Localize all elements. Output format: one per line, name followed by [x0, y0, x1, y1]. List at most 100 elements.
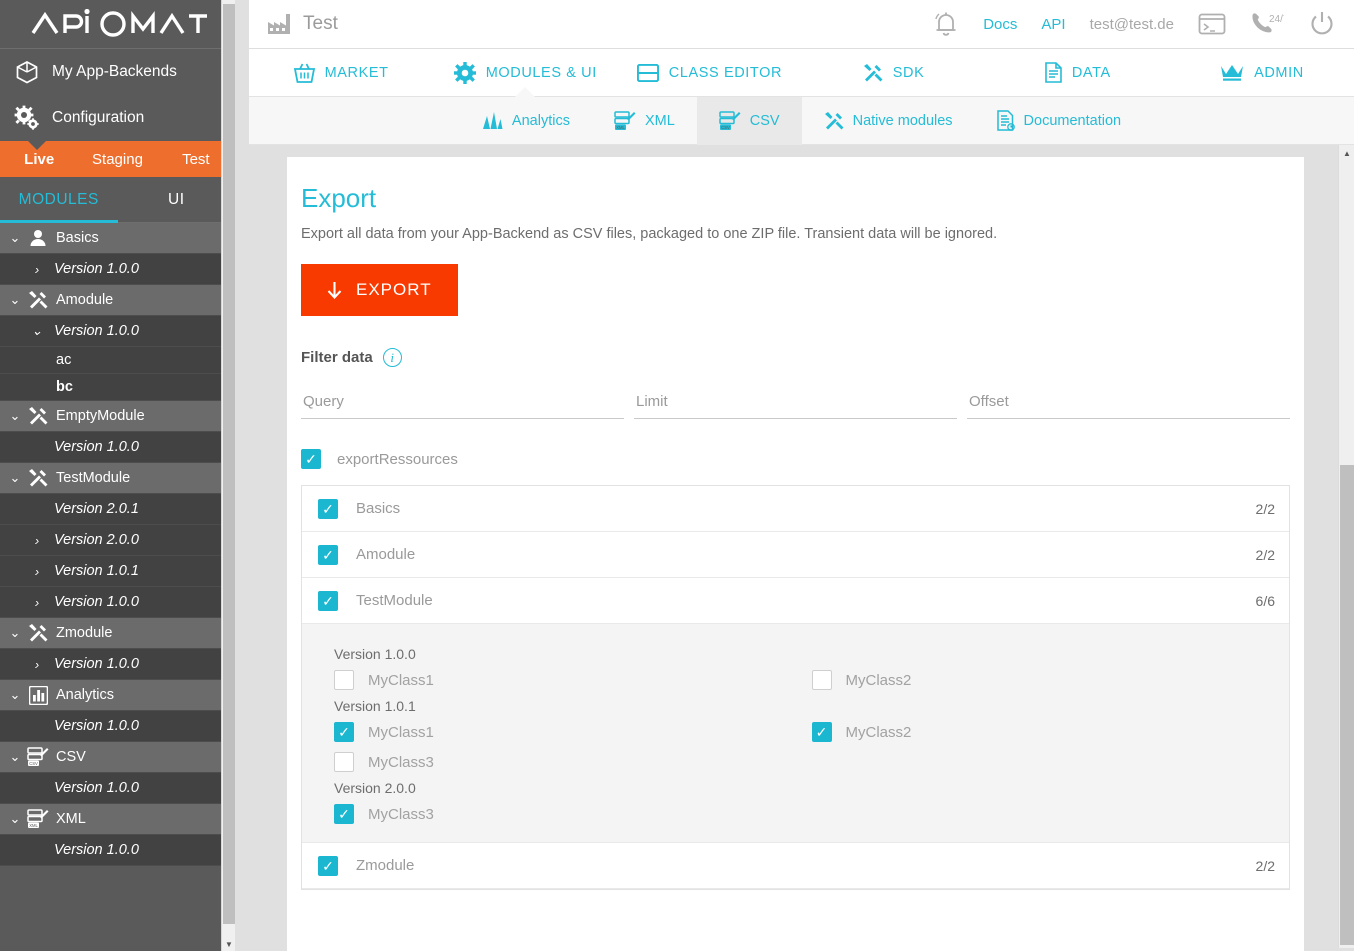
docs-link[interactable]: Docs [983, 16, 1017, 33]
subnav-item-documentation[interactable]: Documentation [975, 97, 1144, 145]
tree-version-row[interactable]: ›Version 1.0.0⋮ [0, 773, 235, 804]
tools-icon [26, 290, 50, 310]
power-icon[interactable] [1308, 10, 1336, 38]
sidebar-item-label: Configuration [52, 109, 145, 126]
tab-ui[interactable]: UI [118, 177, 236, 223]
class-item[interactable]: ✓ MyClass3 [334, 804, 812, 824]
module-count: 2/2 [1255, 857, 1275, 874]
export-button[interactable]: EXPORT [301, 264, 458, 316]
tree-version-row[interactable]: ›Version 1.0.0⋮ [0, 835, 235, 866]
module-count: 6/6 [1255, 592, 1275, 609]
query-input[interactable] [301, 387, 624, 419]
mainnav-item-sdk[interactable]: SDK [802, 49, 986, 97]
tree-version-row[interactable]: ›Version 1.0.0⋮ [0, 432, 235, 463]
tree-module-zmodule[interactable]: ⌄ Zmodule [0, 618, 235, 649]
terminal-icon[interactable] [1198, 12, 1226, 36]
csv-icon: CSV [719, 110, 741, 131]
env-tab-staging[interactable]: Staging [78, 151, 156, 168]
phone-24-7-icon[interactable]: 24/7 [1250, 12, 1284, 36]
module-row[interactable]: ✓ Basics 2/2 [302, 486, 1289, 532]
subnav-item-xml[interactable]: XML XML [592, 97, 697, 145]
class-item[interactable]: MyClass1 [334, 670, 812, 690]
scroll-up-arrow-icon[interactable]: ▲ [1339, 145, 1354, 161]
mainnav-item-admin[interactable]: ADMIN [1170, 49, 1354, 97]
class-item[interactable]: MyClass3 [334, 752, 812, 772]
mainnav-item-class-editor[interactable]: CLASS EDITOR [617, 49, 801, 97]
tree-module-testmodule[interactable]: ⌄ TestModule [0, 463, 235, 494]
sidebar-scrollbar[interactable]: ▼ [221, 0, 235, 951]
chevron-right-icon[interactable]: › [26, 595, 48, 610]
sidebar-scrollbar-thumb[interactable] [223, 4, 235, 924]
chevron-down-icon[interactable]: ⌄ [4, 811, 26, 827]
module-row[interactable]: ✓ Amodule 2/2 [302, 532, 1289, 578]
chevron-right-icon[interactable]: › [26, 564, 48, 579]
offset-input[interactable] [967, 387, 1290, 419]
mainnav-item-modules-ui[interactable]: MODULES & UI [433, 49, 617, 98]
class-checkbox-myclass1[interactable]: ✓ [334, 722, 354, 742]
mainnav-item-market[interactable]: MARKET [249, 49, 433, 97]
chevron-down-icon[interactable]: ⌄ [4, 470, 26, 486]
class-item[interactable]: ✓ MyClass2 [811, 722, 1290, 742]
chevron-down-icon[interactable]: ⌄ [4, 292, 26, 308]
chevron-down-icon[interactable]: ⌄ [4, 687, 26, 703]
tree-module-csv[interactable]: ⌄ CSV CSV [0, 742, 235, 773]
tab-modules[interactable]: MODULES [0, 177, 118, 223]
chevron-down-icon[interactable]: ⌄ [4, 625, 26, 641]
chevron-down-icon[interactable]: ⌄ [4, 749, 26, 765]
subnav-item-analytics[interactable]: Analytics [460, 97, 592, 145]
chevron-right-icon[interactable]: › [26, 657, 48, 672]
module-checkbox-zmodule[interactable]: ✓ [318, 855, 338, 876]
tree-version-row[interactable]: ›Version 1.0.1⋮ [0, 556, 235, 587]
module-name: TestModule [356, 592, 433, 609]
chevron-down-icon[interactable]: ⌄ [26, 323, 48, 339]
class-item[interactable]: MyClass2 [811, 670, 1290, 690]
tree-module-xml[interactable]: ⌄ XML XML [0, 804, 235, 835]
sidebar-item-configuration[interactable]: Configuration [0, 95, 235, 141]
tree-version-row[interactable]: ⌄Version 1.0.0⋮ [0, 316, 235, 347]
tree-version-row[interactable]: ›Version 1.0.0⋮ [0, 649, 235, 680]
api-link[interactable]: API [1041, 16, 1065, 33]
class-checkbox-myclass3[interactable] [334, 752, 354, 772]
subnav-item-csv[interactable]: CSV CSV [696, 96, 802, 145]
export-ressources-checkbox[interactable]: ✓ [301, 449, 321, 469]
tree-module-amodule[interactable]: ⌄ Amodule [0, 285, 235, 316]
scroll-down-arrow-icon[interactable]: ▼ [222, 937, 235, 951]
class-item[interactable]: ✓ MyClass1 [334, 722, 812, 742]
env-tab-live[interactable]: Live [0, 151, 78, 168]
subnav-item-native-modules[interactable]: Native modules [802, 97, 975, 145]
class-checkbox-myclass2[interactable] [811, 670, 832, 690]
limit-input[interactable] [634, 387, 957, 419]
sidebar-item-my-app-backends[interactable]: My App-Backends [0, 49, 235, 95]
module-checkbox-testmodule[interactable]: ✓ [318, 590, 338, 611]
mainnav-item-label: ADMIN [1254, 64, 1304, 81]
tree-version-label: Version 1.0.0 [54, 323, 139, 339]
module-row[interactable]: ✓ TestModule 6/6 [302, 578, 1289, 624]
tree-leaf-ac[interactable]: ac [0, 347, 235, 374]
chevron-right-icon[interactable]: › [26, 533, 48, 548]
module-row[interactable]: ✓ Zmodule 2/2 [302, 843, 1289, 889]
svg-text:XML: XML [616, 124, 625, 129]
tree-version-row[interactable]: ›Version 1.0.0⋮ [0, 587, 235, 618]
tree-module-basics[interactable]: ⌄ Basics [0, 223, 235, 254]
mainnav-item-data[interactable]: DATA [986, 49, 1170, 97]
chevron-right-icon[interactable]: › [26, 262, 48, 277]
tree-version-row[interactable]: ›Version 1.0.0⋮ [0, 711, 235, 742]
tree-leaf-bc[interactable]: bc [0, 374, 235, 401]
module-checkbox-amodule[interactable]: ✓ [318, 544, 338, 565]
tree-module-analytics[interactable]: ⌄ Analytics [0, 680, 235, 711]
chevron-down-icon[interactable]: ⌄ [4, 230, 26, 246]
logo-area[interactable] [0, 0, 235, 49]
module-checkbox-basics[interactable]: ✓ [318, 498, 338, 519]
main-scrollbar-thumb[interactable] [1340, 465, 1354, 945]
class-checkbox-myclass3[interactable]: ✓ [334, 804, 354, 824]
info-icon[interactable]: i [382, 348, 402, 367]
chevron-down-icon[interactable]: ⌄ [4, 408, 26, 424]
tree-version-row[interactable]: ›Version 2.0.1⋮ [0, 494, 235, 525]
bell-icon[interactable] [933, 11, 959, 38]
class-checkbox-myclass2[interactable]: ✓ [811, 722, 832, 742]
tree-module-emptymodule[interactable]: ⌄ EmptyModule [0, 401, 235, 432]
tree-version-row[interactable]: ›Version 1.0.0⋮ [0, 254, 235, 285]
main-scrollbar[interactable]: ▲ [1338, 145, 1354, 948]
class-checkbox-myclass1[interactable] [334, 670, 354, 690]
tree-version-row[interactable]: ›Version 2.0.0⋮ [0, 525, 235, 556]
